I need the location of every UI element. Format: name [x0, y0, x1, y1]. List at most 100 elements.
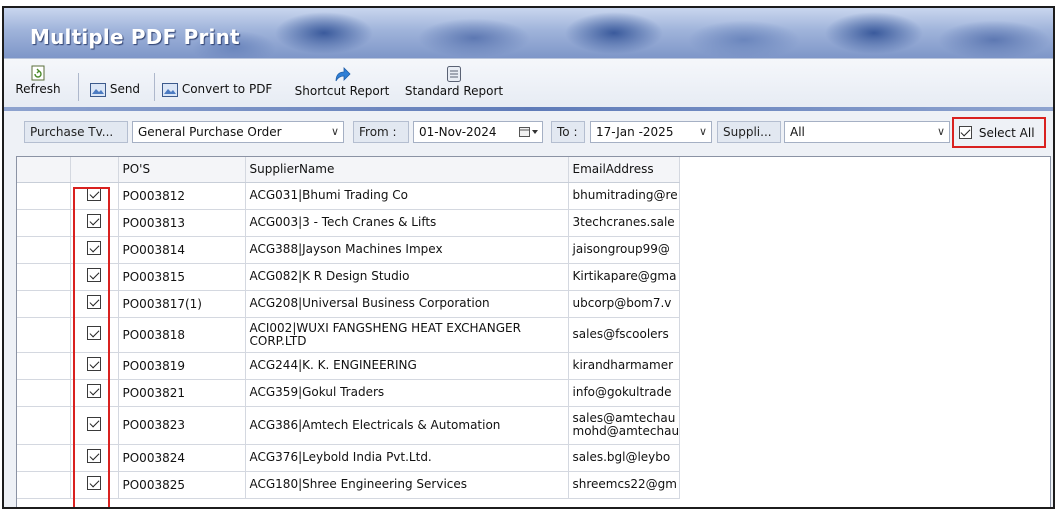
supplier-value: All	[790, 125, 805, 139]
table-row[interactable]: PO003819 ACG244|K. K. ENGINEERING kirandha…	[17, 352, 681, 380]
po-table: PO'S SupplierName EmailAddress PO003812 A…	[17, 157, 681, 499]
chevron-down-icon[interactable]: ∨	[331, 122, 339, 142]
supplier-name-cell: ACG244|K. K. ENGINEERING	[245, 352, 569, 380]
from-label: From :	[353, 121, 409, 143]
row-indicator-cell	[17, 444, 71, 472]
chevron-down-icon[interactable]: ∨	[699, 122, 707, 142]
from-date-value: 01-Nov-2024	[419, 125, 497, 139]
chevron-down-icon[interactable]: ∨	[937, 122, 945, 142]
table-row[interactable]: PO003825 ACG180|Shree Engineering Service…	[17, 471, 681, 499]
po-number-cell: PO003818	[118, 317, 246, 353]
email-address-cell: 3techcranes.sale	[568, 209, 681, 237]
standard-report-icon	[447, 66, 461, 82]
po-column-header[interactable]: PO'S	[118, 157, 246, 183]
to-date-field[interactable]: 17-Jan -2025 ∨	[590, 121, 712, 143]
row-indicator-cell	[17, 379, 71, 407]
from-date-field[interactable]: 01-Nov-2024	[413, 121, 543, 143]
supplier-name-cell: ACI002|WUXI FANGSHENG HEAT EXCHANGER COR…	[245, 317, 569, 353]
table-body: PO003812 ACG031|Bhumi Trading Co bhumitrad…	[17, 182, 681, 499]
convert-to-pdf-label: Convert to PDF	[181, 82, 273, 96]
po-number-cell: PO003825	[118, 471, 246, 499]
row-indicator-cell	[17, 317, 71, 353]
po-number-cell: PO003821	[118, 379, 246, 407]
refresh-icon	[31, 65, 45, 81]
toolbar: Refresh Send Convert to PDF Shortcut Rep…	[4, 58, 1053, 110]
row-indicator-cell	[17, 182, 71, 210]
row-indicator-header	[17, 157, 71, 183]
refresh-button[interactable]: Refresh	[14, 65, 62, 96]
email-address-cell: ubcorp@bom7.v	[568, 290, 681, 318]
email-address-cell: sales.bgl@leybo	[568, 444, 681, 472]
select-all-checkbox[interactable]: Select All	[959, 125, 1035, 140]
calendar-icon[interactable]	[519, 122, 539, 142]
supplier-name-cell: ACG388|Jayson Machines Impex	[245, 236, 569, 264]
supplier-label: Suppli...	[717, 121, 781, 143]
table-row[interactable]: PO003814 ACG388|Jayson Machines Impex jais…	[17, 236, 681, 264]
multiple-pdf-print-window: Multiple PDF Print Refresh Send Convert …	[2, 6, 1055, 509]
email-column-header[interactable]: EmailAddress	[568, 157, 681, 183]
supplier-column-header[interactable]: SupplierName	[245, 157, 569, 183]
supplier-name-cell: ACG180|Shree Engineering Services	[245, 471, 569, 499]
row-indicator-cell	[17, 471, 71, 499]
po-number-cell: PO003812	[118, 182, 246, 210]
supplier-name-cell: ACG208|Universal Business Corporation	[245, 290, 569, 318]
shortcut-report-button[interactable]: Shortcut Report	[292, 67, 392, 98]
standard-report-button[interactable]: Standard Report	[402, 65, 506, 98]
email-address-cell: bhumitrading@re	[568, 182, 681, 210]
select-all-label: Select All	[978, 125, 1035, 140]
email-address-cell: sales@fscoolers	[568, 317, 681, 353]
title-banner: Multiple PDF Print	[4, 8, 1053, 58]
table-row[interactable]: PO003817(1) ACG208|Universal Business Cor…	[17, 290, 681, 318]
table-row[interactable]: PO003813 ACG003|3 - Tech Cranes & Lifts 3t…	[17, 209, 681, 237]
window-title: Multiple PDF Print	[30, 25, 240, 49]
toolbar-separator	[78, 73, 79, 101]
row-indicator-cell	[17, 209, 71, 237]
standard-report-label: Standard Report	[404, 84, 504, 98]
shortcut-arrow-icon	[335, 67, 351, 82]
purchase-type-value: General Purchase Order	[138, 125, 282, 139]
supplier-name-cell: ACG031|Bhumi Trading Co	[245, 182, 569, 210]
po-number-cell: PO003815	[118, 263, 246, 291]
po-number-cell: PO003823	[118, 406, 246, 445]
supplier-name-cell: ACG376|Leybold India Pvt.Ltd.	[245, 444, 569, 472]
supplier-name-cell: ACG386|Amtech Electricals & Automation	[245, 406, 569, 445]
email-address-cell: sales@amtechau mohd@amtechau	[568, 406, 681, 445]
row-indicator-cell	[17, 263, 71, 291]
send-icon	[90, 82, 106, 97]
table-row[interactable]: PO003815 ACG082|K R Design Studio Kirtikap…	[17, 263, 681, 291]
email-address-cell: kirandharmamer	[568, 352, 681, 380]
email-address-cell: Kirtikapare@gma	[568, 263, 681, 291]
email-address-cell: jaisongroup99@	[568, 236, 681, 264]
table-row[interactable]: PO003818 ACI002|WUXI FANGSHENG HEAT EXCHA…	[17, 317, 681, 353]
send-button[interactable]: Send	[90, 82, 140, 97]
email-address-cell: info@gokultrade	[568, 379, 681, 407]
select-all-check-icon[interactable]	[959, 126, 972, 139]
to-date-value: 17-Jan -2025	[596, 125, 674, 139]
table-row[interactable]: PO003821 ACG359|Gokul Traders info@gokultr…	[17, 379, 681, 407]
filter-bar: Purchase Tv... General Purchase Order ∨ …	[4, 111, 1053, 153]
table-row[interactable]: PO003812 ACG031|Bhumi Trading Co bhumitrad…	[17, 182, 681, 210]
supplier-select[interactable]: All ∨	[784, 121, 950, 143]
po-number-cell: PO003817(1)	[118, 290, 246, 318]
row-indicator-cell	[17, 236, 71, 264]
purchase-type-label: Purchase Tv...	[24, 121, 128, 143]
refresh-label: Refresh	[15, 82, 61, 96]
po-number-cell: PO003813	[118, 209, 246, 237]
shortcut-report-label: Shortcut Report	[294, 84, 390, 98]
row-indicator-cell	[17, 406, 71, 445]
row-indicator-cell	[17, 290, 71, 318]
table-row[interactable]: PO003823 ACG386|Amtech Electricals & Auto…	[17, 406, 681, 445]
po-number-cell: PO003824	[118, 444, 246, 472]
select-column-header[interactable]	[70, 157, 119, 183]
po-number-cell: PO003819	[118, 352, 246, 380]
convert-to-pdf-button[interactable]: Convert to PDF	[162, 82, 272, 97]
po-grid: PO'S SupplierName EmailAddress PO003812 A…	[16, 156, 1051, 507]
checkbox-column-highlight	[73, 187, 110, 507]
email-address-cell: shreemcs22@gm	[568, 471, 681, 499]
toolbar-separator	[154, 73, 155, 101]
supplier-name-cell: ACG082|K R Design Studio	[245, 263, 569, 291]
table-row[interactable]: PO003824 ACG376|Leybold India Pvt.Ltd. sal…	[17, 444, 681, 472]
send-label: Send	[109, 82, 141, 96]
purchase-type-select[interactable]: General Purchase Order ∨	[132, 121, 344, 143]
supplier-name-cell: ACG003|3 - Tech Cranes & Lifts	[245, 209, 569, 237]
